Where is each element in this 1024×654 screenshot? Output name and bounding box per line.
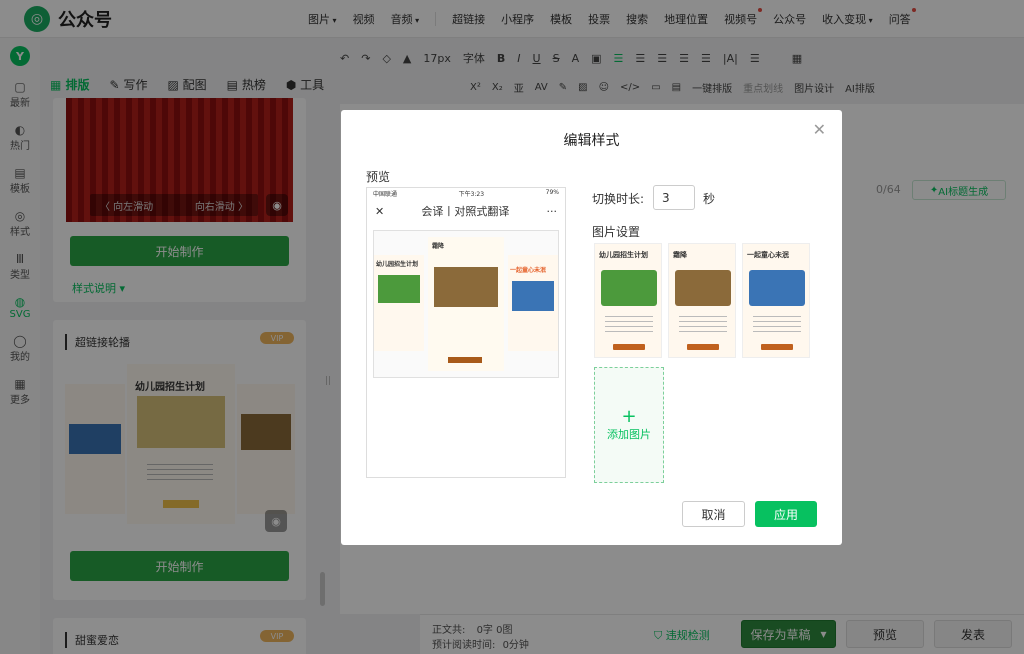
phone-header: ✕ 会译丨对照式翻译 ··· bbox=[367, 200, 565, 222]
cancel-button[interactable]: 取消 bbox=[682, 501, 745, 527]
phone-title: 会译丨对照式翻译 bbox=[421, 205, 510, 218]
add-image-button[interactable]: + 添加图片 bbox=[594, 367, 664, 483]
thumb-button bbox=[687, 344, 719, 350]
thumb-text bbox=[679, 316, 727, 332]
slide-right: 一起童心未泯 bbox=[508, 255, 558, 351]
image-settings-label: 图片设置 bbox=[592, 225, 641, 239]
image-thumbnail[interactable]: 一起童心未泯 bbox=[742, 243, 810, 358]
slide-title: 幼儿园招生计划 bbox=[376, 261, 419, 268]
slide-photo bbox=[512, 281, 554, 311]
add-image-label: 添加图片 bbox=[607, 428, 651, 441]
apply-button[interactable]: 应用 bbox=[755, 501, 817, 527]
carousel-preview[interactable]: 幼儿园招生计划 霜降 一起童心未泯 bbox=[373, 230, 559, 378]
thumb-photo bbox=[601, 270, 657, 306]
thumb-photo bbox=[749, 270, 805, 306]
thumb-button bbox=[613, 344, 645, 350]
slide-photo bbox=[434, 267, 498, 307]
thumb-text bbox=[753, 316, 801, 332]
image-thumbnail[interactable]: 幼儿园招生计划 bbox=[594, 243, 662, 358]
thumb-text bbox=[605, 316, 653, 332]
dialog-title: 编辑样式 bbox=[563, 133, 620, 149]
phone-status-bar: 中国联通 下午3:23 79% bbox=[367, 188, 565, 198]
slide-photo bbox=[378, 275, 420, 303]
carrier: 中国联通 bbox=[373, 191, 398, 198]
close-icon[interactable]: ✕ bbox=[813, 120, 826, 139]
thumb-title: 幼儿园招生计划 bbox=[599, 251, 648, 259]
edit-style-dialog: 编辑样式 ✕ 预览 中国联通 下午3:23 79% ✕ 会译丨对照式翻译 ···… bbox=[341, 110, 842, 545]
phone-preview: 中国联通 下午3:23 79% ✕ 会译丨对照式翻译 ··· 幼儿园招生计划 霜… bbox=[366, 187, 566, 478]
slide-title: 一起童心未泯 bbox=[510, 267, 547, 274]
seconds-unit: 秒 bbox=[703, 192, 716, 206]
image-thumbnail[interactable]: 霜降 bbox=[668, 243, 736, 358]
thumb-title: 霜降 bbox=[673, 251, 687, 259]
battery: 79% bbox=[545, 189, 559, 196]
slide-title: 霜降 bbox=[432, 243, 445, 250]
preview-label: 预览 bbox=[366, 170, 391, 184]
more-icon: ··· bbox=[546, 204, 558, 218]
slide-center: 霜降 bbox=[428, 237, 504, 371]
switch-duration-input[interactable]: 3 bbox=[653, 185, 695, 210]
plus-icon: + bbox=[621, 406, 637, 427]
thumb-button bbox=[761, 344, 793, 350]
thumb-photo bbox=[675, 270, 731, 306]
phone-time: 下午3:23 bbox=[458, 191, 485, 198]
thumb-title: 一起童心未泯 bbox=[747, 251, 789, 259]
slide-left: 幼儿园招生计划 bbox=[374, 255, 424, 351]
close-icon: ✕ bbox=[375, 204, 385, 218]
slide-button bbox=[448, 357, 482, 363]
switch-duration-label: 切换时长: bbox=[592, 192, 645, 206]
